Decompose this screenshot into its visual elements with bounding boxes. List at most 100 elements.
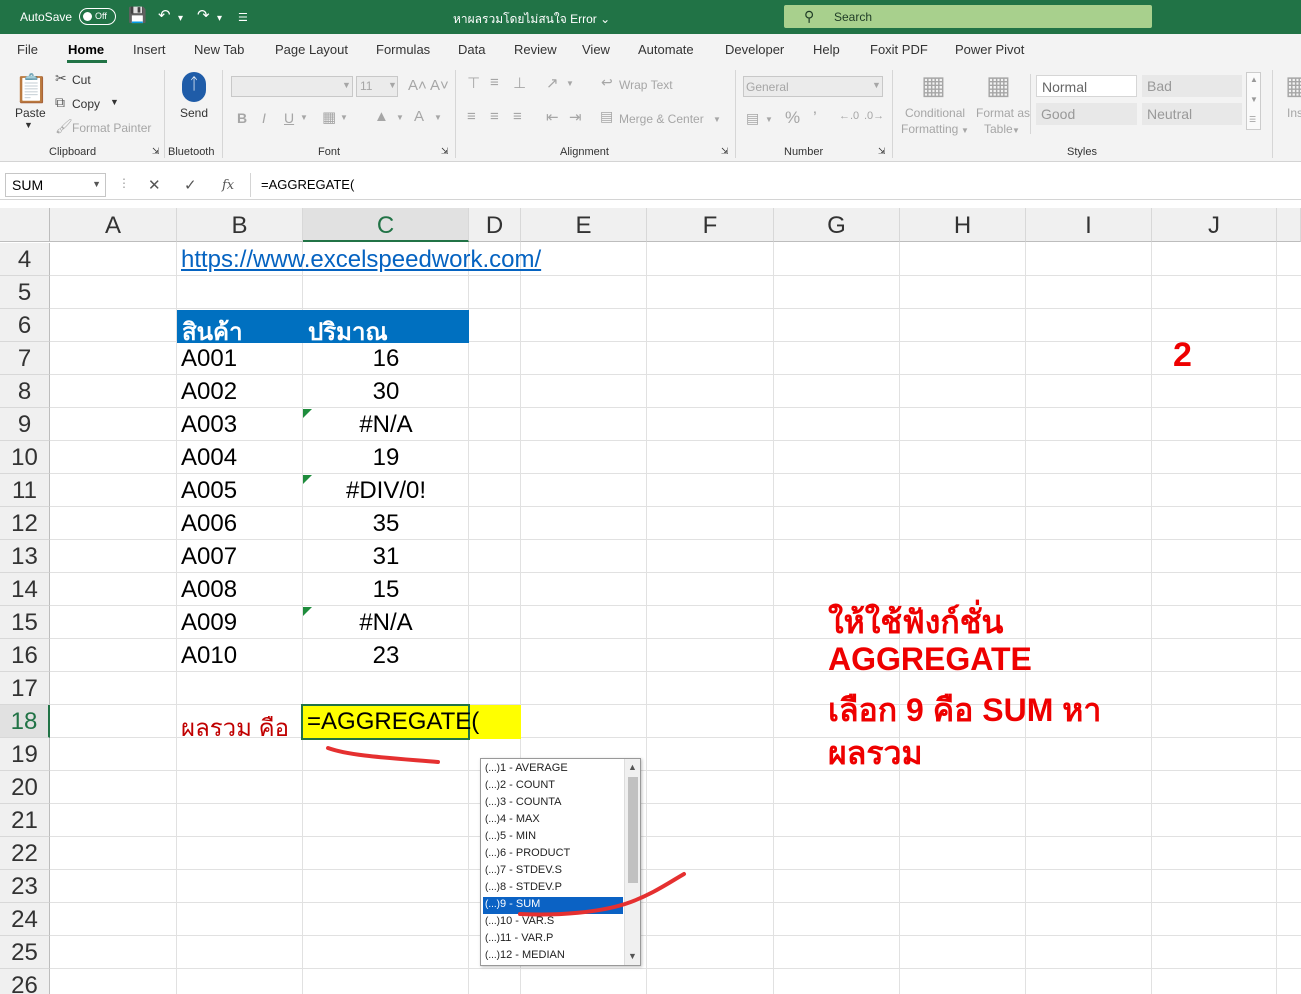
- scrollbar-thumb[interactable]: [628, 777, 638, 883]
- insert-function-icon[interactable]: fx: [222, 178, 234, 193]
- redo-dropdown-icon[interactable]: ▾: [217, 11, 222, 27]
- increase-decimal-icon[interactable]: ←.0: [839, 110, 859, 122]
- column-header-d[interactable]: D: [469, 208, 521, 242]
- quantity-cell[interactable]: #N/A: [303, 409, 469, 442]
- header-product[interactable]: สินค้า: [177, 310, 303, 346]
- autocomplete-item[interactable]: (...)5 - MIN: [483, 829, 623, 846]
- select-all-corner[interactable]: [0, 208, 50, 242]
- undo-icon[interactable]: ↶: [158, 8, 171, 24]
- row-header-5[interactable]: 5: [0, 276, 50, 309]
- font-name-dropdown[interactable]: [231, 76, 353, 97]
- cancel-icon[interactable]: ✕: [148, 176, 161, 194]
- chevron-down-icon[interactable]: ▼: [628, 951, 637, 961]
- format-painter-button[interactable]: Format Painter: [72, 121, 151, 135]
- row-header-15[interactable]: 15: [0, 606, 50, 639]
- bluetooth-send-button[interactable]: Send: [180, 106, 208, 120]
- percent-style-icon[interactable]: %: [785, 108, 800, 128]
- error-indicator-icon[interactable]: [303, 607, 312, 616]
- conditional-formatting-icon[interactable]: ▦: [921, 70, 946, 101]
- styles-gallery-scroll[interactable]: ▲ ▼ ☰: [1246, 72, 1261, 130]
- row-header-20[interactable]: 20: [0, 771, 50, 804]
- format-as-table-label-1[interactable]: Format as: [976, 106, 1030, 120]
- conditional-formatting-label-2[interactable]: Formatting: [901, 122, 958, 136]
- search-box[interactable]: ⚲ Search: [784, 5, 1152, 28]
- style-neutral[interactable]: Neutral: [1142, 103, 1242, 125]
- error-indicator-icon[interactable]: [303, 409, 312, 418]
- quantity-cell[interactable]: 15: [303, 574, 469, 607]
- undo-dropdown-icon[interactable]: ▾: [178, 11, 183, 27]
- align-right-icon[interactable]: ≡: [513, 108, 522, 125]
- row-header-19[interactable]: 19: [0, 738, 50, 771]
- tab-new-tab[interactable]: New Tab: [194, 42, 244, 57]
- autocomplete-item[interactable]: (...)8 - STDEV.P: [483, 880, 623, 897]
- product-cell[interactable]: A007: [177, 541, 303, 574]
- bluetooth-icon[interactable]: ᛏ: [182, 72, 206, 102]
- italic-icon[interactable]: I: [262, 110, 266, 126]
- quantity-cell[interactable]: #N/A: [303, 607, 469, 640]
- align-left-icon[interactable]: ≡: [467, 108, 476, 125]
- increase-font-icon[interactable]: A˄: [408, 77, 427, 94]
- chevron-up-icon[interactable]: ▲: [1250, 75, 1258, 84]
- style-normal[interactable]: Normal: [1036, 75, 1137, 97]
- product-cell[interactable]: A006: [177, 508, 303, 541]
- quantity-cell[interactable]: 30: [303, 376, 469, 409]
- tab-formulas[interactable]: Formulas: [376, 42, 430, 57]
- row-header-26[interactable]: 26: [0, 969, 50, 994]
- header-quantity[interactable]: ปริมาณ: [303, 310, 469, 346]
- product-cell[interactable]: A002: [177, 376, 303, 409]
- enter-icon[interactable]: ✓: [184, 176, 197, 194]
- row-header-24[interactable]: 24: [0, 903, 50, 936]
- fill-color-icon[interactable]: ▲: [374, 108, 389, 125]
- product-cell[interactable]: A009: [177, 607, 303, 640]
- format-painter-icon[interactable]: 🖌: [55, 118, 73, 135]
- copy-button[interactable]: Copy: [72, 97, 100, 111]
- tab-page-layout[interactable]: Page Layout: [275, 42, 348, 57]
- row-header-22[interactable]: 22: [0, 837, 50, 870]
- tab-developer[interactable]: Developer: [725, 42, 784, 57]
- comma-style-icon[interactable]: ’: [813, 108, 817, 128]
- autocomplete-item[interactable]: (...)10 - VAR.S: [483, 914, 623, 931]
- row-header-23[interactable]: 23: [0, 870, 50, 903]
- quantity-cell[interactable]: 16: [303, 343, 469, 376]
- align-bottom-icon[interactable]: ⊥: [513, 74, 526, 92]
- column-header-e[interactable]: E: [521, 208, 647, 242]
- row-header-18[interactable]: 18: [0, 705, 50, 738]
- autocomplete-scrollbar[interactable]: ▲ ▼: [624, 759, 640, 965]
- row-header-7[interactable]: 7: [0, 342, 50, 375]
- wrap-text-button[interactable]: Wrap Text: [619, 78, 673, 92]
- column-header-g[interactable]: G: [774, 208, 900, 242]
- copy-icon[interactable]: ⧉: [55, 94, 65, 111]
- decrease-font-icon[interactable]: A˅: [430, 77, 449, 94]
- cut-button[interactable]: Cut: [72, 73, 91, 87]
- paste-dropdown-icon[interactable]: ▼: [24, 120, 33, 130]
- wrap-text-icon[interactable]: ↩: [601, 74, 613, 91]
- merge-center-icon[interactable]: ▤: [600, 108, 613, 125]
- style-bad[interactable]: Bad: [1142, 75, 1242, 97]
- save-icon[interactable]: 💾: [128, 8, 147, 24]
- autocomplete-item[interactable]: (...)4 - MAX: [483, 812, 623, 829]
- align-top-icon[interactable]: ⊤: [467, 74, 480, 92]
- autocomplete-item[interactable]: (...)2 - COUNT: [483, 778, 623, 795]
- redo-icon[interactable]: ↷: [197, 8, 210, 24]
- row-header-25[interactable]: 25: [0, 936, 50, 969]
- format-as-table-label-2[interactable]: Table: [984, 122, 1013, 136]
- row-header-11[interactable]: 11: [0, 474, 50, 507]
- row-header-14[interactable]: 14: [0, 573, 50, 606]
- chevron-down-icon[interactable]: ▼: [92, 179, 101, 189]
- product-cell[interactable]: A005: [177, 475, 303, 508]
- customize-toolbar-icon[interactable]: ☰: [238, 10, 248, 26]
- total-label[interactable]: ผลรวม คือ: [177, 706, 303, 742]
- row-header-4[interactable]: 4: [0, 243, 50, 276]
- dialog-launcher-icon[interactable]: ⇲: [721, 146, 729, 157]
- quantity-cell[interactable]: #DIV/0!: [303, 475, 469, 508]
- website-link[interactable]: https://www.excelspeedwork.com/: [177, 244, 541, 277]
- tab-foxit-pdf[interactable]: Foxit PDF: [870, 42, 928, 57]
- tab-data[interactable]: Data: [458, 42, 485, 57]
- autocomplete-item[interactable]: (...)1 - AVERAGE: [483, 761, 623, 778]
- insert-cells-button[interactable]: Ins: [1287, 106, 1301, 120]
- decrease-decimal-icon[interactable]: .0→: [864, 110, 884, 122]
- column-header-f[interactable]: F: [647, 208, 774, 242]
- merge-center-button[interactable]: Merge & Center: [619, 112, 704, 126]
- tab-file[interactable]: File: [17, 42, 38, 57]
- quantity-cell[interactable]: 19: [303, 442, 469, 475]
